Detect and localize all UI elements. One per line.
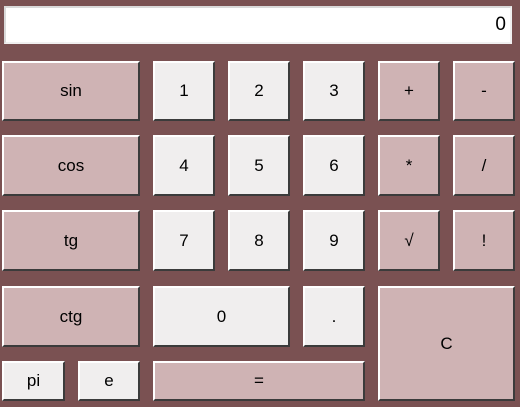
digit-7-button[interactable]: 7 — [153, 210, 215, 271]
digit-2-button[interactable]: 2 — [228, 61, 290, 121]
equals-button[interactable]: = — [153, 361, 365, 401]
multiply-button[interactable]: * — [378, 135, 440, 196]
digit-1-button[interactable]: 1 — [153, 61, 215, 121]
tg-button[interactable]: tg — [2, 210, 140, 271]
digit-0-button[interactable]: 0 — [153, 286, 290, 347]
e-button[interactable]: e — [78, 361, 140, 401]
minus-button[interactable]: - — [453, 61, 515, 121]
factorial-button[interactable]: ! — [453, 210, 515, 271]
cos-button[interactable]: cos — [2, 135, 140, 196]
digit-9-button[interactable]: 9 — [303, 210, 365, 271]
digit-3-button[interactable]: 3 — [303, 61, 365, 121]
clear-button[interactable]: C — [378, 286, 515, 401]
sin-button[interactable]: sin — [2, 61, 140, 121]
digit-4-button[interactable]: 4 — [153, 135, 215, 196]
digit-5-button[interactable]: 5 — [228, 135, 290, 196]
result-display: 0 — [4, 6, 512, 44]
decimal-point-button[interactable]: . — [303, 286, 365, 347]
sqrt-button[interactable]: √ — [378, 210, 440, 271]
digit-6-button[interactable]: 6 — [303, 135, 365, 196]
divide-button[interactable]: / — [453, 135, 515, 196]
ctg-button[interactable]: ctg — [2, 286, 140, 347]
pi-button[interactable]: pi — [2, 361, 65, 401]
plus-button[interactable]: + — [378, 61, 440, 121]
digit-8-button[interactable]: 8 — [228, 210, 290, 271]
